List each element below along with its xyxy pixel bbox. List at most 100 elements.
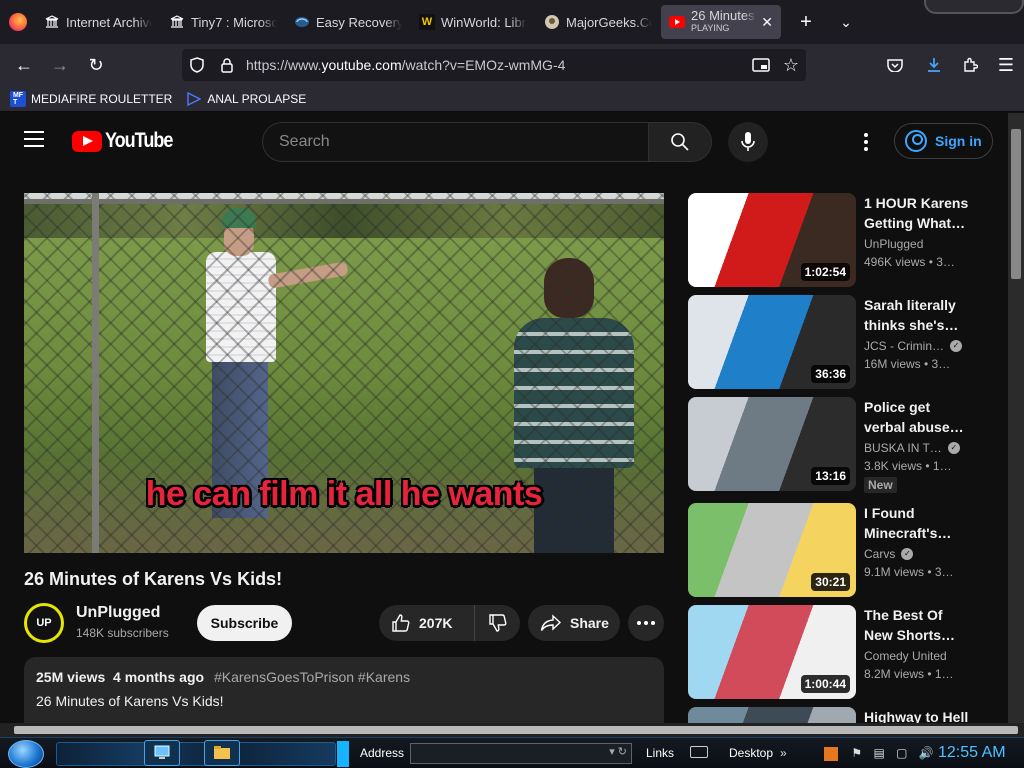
recommendation-info[interactable]: Sarah literally thinks she's… JCS - Crimi… (864, 295, 1000, 371)
description-box[interactable]: 25M views 4 months ago #KarensGoesToPris… (24, 657, 664, 723)
recommendation-info[interactable]: 1 HOUR Karens Getting What… UnPlugged 496K… (864, 193, 1000, 269)
recommendation-thumbnail[interactable] (688, 707, 856, 723)
tracking-protection-shield-icon[interactable] (182, 57, 212, 73)
close-tab-icon[interactable]: ✕ (761, 14, 773, 31)
new-badge: New (864, 477, 897, 493)
more-actions-button[interactable] (628, 605, 664, 641)
recommendation-title[interactable]: 1 HOUR Karens Getting What… (864, 193, 1000, 233)
desktop-toolbar[interactable]: Desktop (729, 746, 773, 760)
recommendation-info[interactable]: Highway to Hell (864, 707, 1000, 723)
youtube-page: YouTube Search Sign in he can film it al… (0, 113, 1008, 723)
pocket-icon[interactable] (874, 49, 916, 81)
picture-in-picture-icon[interactable] (746, 58, 776, 72)
recommendation-channel[interactable]: UnPlugged (864, 237, 1000, 251)
recommendation-title[interactable]: I Found Minecraft's… (864, 503, 1000, 543)
recommendation-channel[interactable]: BUSKA IN T… ✓ (864, 441, 1000, 455)
reload-button[interactable]: ↻ (78, 49, 114, 81)
network-icon[interactable]: ▤ (873, 746, 884, 760)
system-tray: » ⚑ ▤ ▢ 🔊 (780, 746, 934, 761)
downloads-icon[interactable] (916, 49, 952, 81)
new-tab-button[interactable]: + (786, 5, 826, 39)
lock-icon[interactable] (212, 57, 242, 73)
recommendation-channel[interactable]: Carvs ✓ (864, 547, 1000, 561)
recommendation-title[interactable]: Highway to Hell (864, 707, 1000, 723)
horizontal-scrollbar[interactable] (0, 723, 1024, 737)
youtube-logo[interactable]: YouTube (72, 129, 183, 153)
volume-icon[interactable]: 🔊 (919, 746, 934, 760)
channel-avatar[interactable]: UP (24, 603, 64, 643)
browser-tab[interactable]: W WinWorld: Library (411, 5, 535, 39)
forward-button[interactable]: → (42, 49, 78, 81)
start-button[interactable] (8, 740, 44, 768)
app-tray-icon[interactable] (824, 746, 839, 761)
recommendation-channel[interactable]: Comedy United (864, 649, 1000, 663)
recommendation-thumbnail[interactable]: 30:21 (688, 503, 856, 597)
recommendation-info[interactable]: Police get verbal abuse… BUSKA IN T… ✓ 3.8K… (864, 397, 1000, 494)
url-bar[interactable]: https://www.youtube.com/watch?v=EMOz-wmM… (182, 49, 806, 81)
address-dropdown-icon[interactable]: ▾ ↻ (609, 745, 627, 758)
horizontal-scroll-thumb[interactable] (14, 726, 1018, 734)
recommendation-thumbnail[interactable]: 1:02:54 (688, 193, 856, 287)
browser-tab[interactable]: MajorGeeks.Com (536, 5, 660, 39)
browser-tab[interactable]: Internet Archive (36, 5, 160, 39)
address-input[interactable]: ▾ ↻ (410, 743, 632, 764)
firefox-logo-icon[interactable] (0, 0, 36, 44)
browser-tab[interactable]: Tiny7 : Microsoft (161, 5, 285, 39)
tab-title: WinWorld: Library (441, 14, 527, 30)
links-toolbar[interactable]: Links (646, 746, 674, 760)
guide-menu-icon[interactable] (24, 131, 46, 149)
settings-more-icon[interactable] (856, 131, 876, 153)
channel-name-text: Comedy United (864, 649, 947, 663)
list-all-tabs-button[interactable]: ⌄ (826, 5, 866, 39)
folder-icon (214, 746, 230, 759)
bookmark-star-icon[interactable]: ☆ (776, 55, 806, 76)
mediafire-favicon-icon: MF T (10, 90, 26, 107)
duration-badge: 36:36 (811, 365, 850, 383)
recommendation-title[interactable]: Sarah literally thinks she's… (864, 295, 1000, 335)
video-player[interactable]: he can film it all he wants (24, 193, 664, 553)
share-button[interactable]: Share (528, 605, 620, 641)
channel-name[interactable]: UnPlugged (76, 604, 160, 622)
dislike-button[interactable] (475, 613, 520, 633)
recommendation-thumbnail[interactable]: 13:16 (688, 397, 856, 491)
back-button[interactable]: ← (6, 49, 42, 81)
like-button[interactable]: 207K (379, 605, 475, 641)
recommendation-thumbnail[interactable]: 36:36 (688, 295, 856, 389)
recommendation-thumbnail[interactable]: 1:00:44 (688, 605, 856, 699)
vertical-scroll-thumb[interactable] (1011, 129, 1021, 279)
extensions-icon[interactable] (952, 49, 988, 81)
bookmark-mediafire-rouletter[interactable]: MF T MEDIAFIRE ROULETTER (10, 90, 173, 107)
subscribe-button[interactable]: Subscribe (197, 605, 292, 641)
search-button[interactable] (648, 122, 712, 162)
vertical-scrollbar[interactable] (1008, 113, 1024, 723)
sign-in-button[interactable]: Sign in (894, 123, 993, 159)
search-input[interactable]: Search (262, 122, 648, 162)
tab-playing-label: PLAYING (691, 23, 730, 33)
flag-icon[interactable]: ⚑ (851, 746, 862, 760)
thumbnail-image (688, 707, 856, 723)
hashtags[interactable]: #KarensGoesToPrison #Karens (214, 669, 410, 685)
recommendation-channel[interactable]: JCS - Crimin… ✓ (864, 339, 1000, 353)
recommendation-info[interactable]: The Best Of New Shorts… Comedy United 8.2M… (864, 605, 1000, 681)
video-meta: 25M views 4 months ago #KarensGoesToPris… (36, 669, 652, 685)
browser-tab[interactable]: Easy Recovery Essentials (286, 5, 410, 39)
archive-icon (169, 14, 185, 30)
url-text[interactable]: https://www.youtube.com/watch?v=EMOz-wmM… (242, 57, 746, 73)
voice-search-button[interactable] (728, 122, 768, 162)
bookmark-icon (186, 91, 202, 107)
video-title: 26 Minutes of Karens Vs Kids! (24, 569, 283, 589)
taskbar-app-firefox[interactable] (204, 740, 240, 766)
taskbar-app-explorer[interactable] (144, 740, 180, 766)
browser-tab[interactable]: 26 Minutes of Karens Vs Kids!PLAYING✕ (661, 5, 781, 39)
display-icon[interactable]: ▢ (896, 746, 907, 760)
search-placeholder: Search (279, 133, 330, 150)
bookmark-label: MEDIAFIRE ROULETTER (31, 91, 173, 106)
app-menu-icon[interactable]: ☰ (988, 49, 1024, 81)
keyboard-icon[interactable] (690, 746, 708, 758)
bookmark-anal-prolapse[interactable]: ANAL PROLAPSE (186, 91, 306, 107)
clock[interactable]: 12:55 AM (938, 744, 1006, 762)
chevron-icon[interactable]: » (780, 746, 787, 760)
recommendation-title[interactable]: The Best Of New Shorts… (864, 605, 1000, 645)
recommendation-info[interactable]: I Found Minecraft's… Carvs ✓ 9.1M views • 3… (864, 503, 1000, 579)
recommendation-title[interactable]: Police get verbal abuse… (864, 397, 1000, 437)
